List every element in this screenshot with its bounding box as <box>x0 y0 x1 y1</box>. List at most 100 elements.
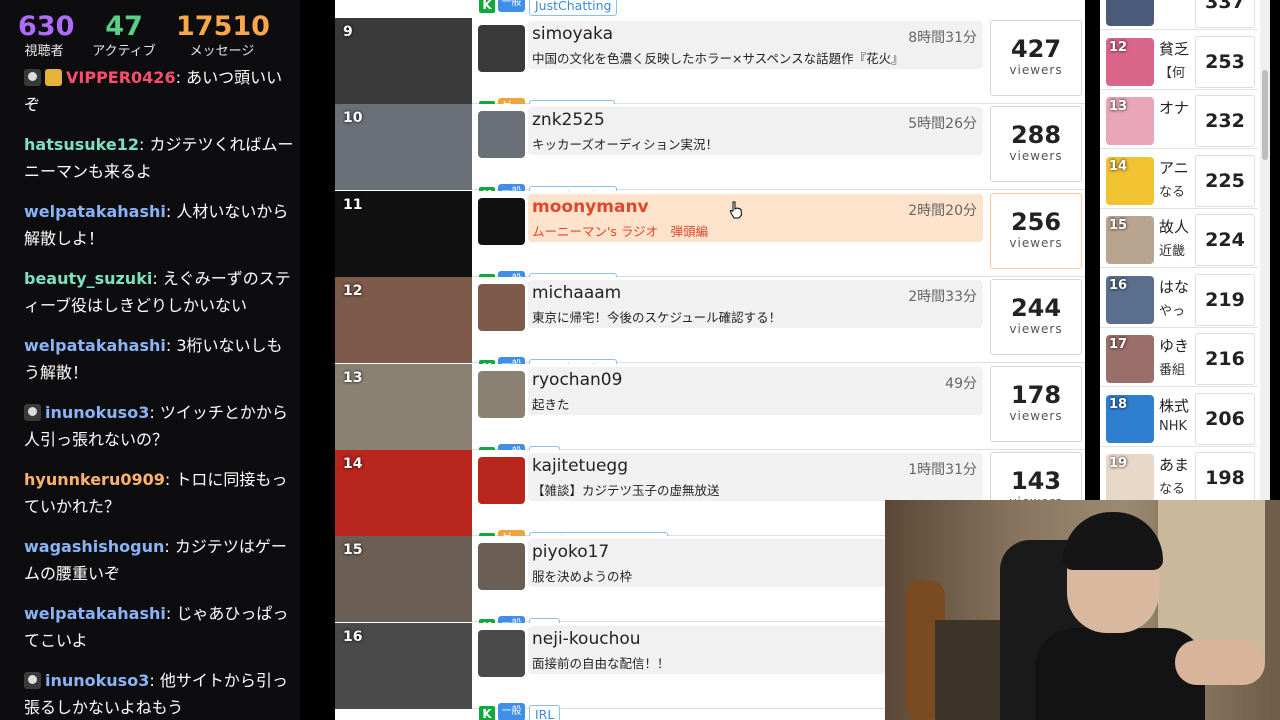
streamer-avatar[interactable] <box>478 25 525 72</box>
side-stream-name[interactable]: はな <box>1159 276 1193 297</box>
stream-info[interactable]: znk2525 キッカーズオーディション実況！ 5時間26分 <box>528 107 983 156</box>
side-ranking-row[interactable]: 18 株式 NHK 206 <box>1100 390 1258 447</box>
stream-thumbnail[interactable]: 13 <box>335 363 472 450</box>
side-ranking-row[interactable]: 16 はな やっ 219 <box>1100 271 1258 328</box>
chat-separator: : <box>152 269 163 288</box>
side-thumbnail[interactable]: 16 <box>1106 275 1154 324</box>
streamer-name[interactable]: kajitetuegg <box>532 456 628 476</box>
chat-username[interactable]: welpatakahashi <box>24 202 166 221</box>
chat-username[interactable]: beauty_suzuki <box>24 269 152 288</box>
side-ranking-row[interactable]: 13 オナ 232 <box>1100 92 1258 149</box>
elapsed-time: 2時間33分 <box>908 289 977 306</box>
side-thumbnail[interactable] <box>1106 0 1154 26</box>
scrollbar[interactable] <box>1260 0 1270 500</box>
side-ranking-row[interactable]: 17 ゆき 番組 216 <box>1100 330 1258 387</box>
side-stream-name[interactable]: オナ <box>1159 97 1193 118</box>
side-stream-sub: なる <box>1159 184 1186 200</box>
side-stream-name[interactable]: ゆき <box>1159 335 1193 356</box>
side-stream-name[interactable]: 株式 <box>1159 395 1193 416</box>
streamer-avatar[interactable] <box>478 111 525 159</box>
stream-title: 服を決めようの枠 <box>532 569 633 585</box>
chat-username[interactable]: VIPPER0426 <box>66 68 176 87</box>
side-stream-name[interactable]: アニ <box>1159 157 1193 178</box>
scrollbar-thumb[interactable] <box>1262 70 1268 160</box>
viewer-count-label: viewers <box>1009 322 1063 337</box>
side-thumbnail[interactable]: 18 <box>1106 394 1154 443</box>
side-thumbnail[interactable]: 17 <box>1106 335 1154 383</box>
viewer-count-number: 427 <box>1010 35 1062 63</box>
stream-thumbnail[interactable]: 15 <box>335 536 472 623</box>
stream-info[interactable]: kajitetuegg 【雑談】カジテツ玉子の虚無放送 1時間31分 <box>528 453 983 501</box>
streamer-name[interactable]: neji-kouchou <box>532 629 641 649</box>
side-viewer-count: 206 <box>1195 392 1255 445</box>
streamer-name[interactable]: simoyaka <box>532 24 613 44</box>
side-ranking-row[interactable]: 19 あま なる 198 <box>1100 449 1258 500</box>
webcam-overlay <box>885 500 1280 720</box>
stream-title: 中国の文化を色濃く反映したホラー×サスペンスな話題作『花火』 <box>532 51 904 66</box>
streamer-avatar[interactable] <box>478 543 525 591</box>
streamer-avatar[interactable] <box>478 629 525 677</box>
side-ranking-row[interactable]: 12 貧乏 【何 253 <box>1100 33 1258 90</box>
side-thumbnail[interactable]: 15 <box>1106 216 1154 264</box>
ranking-row[interactable]: 10znk2525キッカーズオーディション実況！5時間26分K一般JustCha… <box>335 104 1085 207</box>
side-ranking-row[interactable]: 14 アニ なる 225 <box>1100 152 1258 209</box>
side-stream-name[interactable]: あま <box>1159 454 1193 475</box>
stream-info[interactable]: ryochan09 起きた 49分 <box>528 366 983 415</box>
streamer-avatar[interactable] <box>478 197 525 245</box>
side-thumbnail[interactable]: 13 <box>1106 97 1154 145</box>
streamer-avatar[interactable] <box>478 284 525 332</box>
chat-username[interactable]: welpatakahashi <box>24 604 166 623</box>
side-thumbnail[interactable]: 14 <box>1106 156 1154 205</box>
streamer-name[interactable]: znk2525 <box>532 110 605 130</box>
side-stream-name[interactable]: 故人 <box>1159 216 1193 237</box>
chat-username[interactable]: hatsusuke12 <box>24 135 139 154</box>
streamer-avatar[interactable] <box>478 370 525 418</box>
side-rank-number: 14 <box>1109 158 1128 174</box>
chat-separator: : <box>164 537 175 556</box>
stream-thumbnail[interactable]: 14 <box>335 450 472 536</box>
stream-thumbnail[interactable]: 9 <box>335 18 472 104</box>
side-ranking-list: 【京33712貧乏【何25313オナ23214アニなる22515故人近畿2241… <box>1100 0 1260 500</box>
stream-thumbnail[interactable]: 10 <box>335 104 472 191</box>
category-tag[interactable]: JustChatting <box>529 0 618 16</box>
chat-separator: : <box>164 470 176 489</box>
ranking-row[interactable]: 13ryochan09起きた49分K一般IRL178viewers <box>335 363 1085 466</box>
streamer-name[interactable]: ryochan09 <box>532 370 622 390</box>
side-viewer-count: 198 <box>1195 452 1255 500</box>
ranking-row[interactable]: 12michaaam東京に帰宅！今後のスケジュール確認する！2時間33分K一般J… <box>335 277 1085 380</box>
chat-username[interactable]: inunokuso3 <box>45 403 149 422</box>
category-tag[interactable]: IRL <box>529 704 561 720</box>
chat-username[interactable]: hyunnkeru0909 <box>24 470 165 489</box>
stream-title: 東京に帰宅！今後のスケジュール確認する！ <box>532 310 782 326</box>
stream-thumbnail[interactable]: 16 <box>335 622 472 709</box>
streamer-avatar[interactable] <box>478 457 525 504</box>
chat-message: VIPPER0426: あいつ頭いいぞ <box>24 64 294 118</box>
stream-title: ムーニーマン's ラジオ 弾頭編 <box>532 223 709 239</box>
stream-thumbnail[interactable]: 12 <box>335 277 472 364</box>
streamer-name[interactable]: piyoko17 <box>532 542 609 562</box>
ranking-row[interactable]: 9 simoyaka 中国の文化を色濃く反映したホラー×サスペンスな話題作『花火』 8… <box>335 18 1085 130</box>
kick-icon: K <box>479 705 495 720</box>
side-thumbnail[interactable]: 19 <box>1106 454 1154 500</box>
chat-stats: 630 視聴者 47 アクティブ 17510 メッセージ <box>0 10 300 66</box>
chat-separator: : <box>165 336 177 355</box>
stream-info[interactable]: simoyaka 中国の文化を色濃く反映したホラー×サスペンスな話題作『花火』 8時… <box>528 21 983 69</box>
chat-username[interactable]: inunokuso3 <box>45 671 149 690</box>
streamer-name[interactable]: michaaam <box>532 283 621 303</box>
side-stream-sub: NHK <box>1159 418 1188 434</box>
stream-thumbnail[interactable]: 11 <box>335 190 472 277</box>
side-thumbnail[interactable]: 12 <box>1106 37 1154 86</box>
streamer-name[interactable]: moonymanv <box>532 197 649 217</box>
side-ranking-row[interactable]: 15 故人 近畿 224 <box>1100 211 1258 268</box>
message-count: 17510 <box>176 11 270 42</box>
chat-username[interactable]: wagashishogun <box>24 537 164 556</box>
stream-info[interactable]: moonymanv ムーニーマン's ラジオ 弾頭編 2時間20分 <box>528 193 983 242</box>
side-stream-sub: 【何 <box>1159 65 1186 81</box>
viewer-count-label: viewers <box>1009 235 1063 250</box>
chat-username[interactable]: welpatakahashi <box>24 336 166 355</box>
ranking-row[interactable]: 11moonymanvムーニーマン's ラジオ 弾頭編2時間20分K一般Just… <box>335 190 1085 293</box>
side-ranking-row[interactable]: 【京337 <box>1100 0 1258 30</box>
side-stream-name[interactable]: 貧乏 <box>1159 38 1193 59</box>
stream-info[interactable]: michaaam 東京に帰宅！今後のスケジュール確認する！ 2時間33分 <box>528 280 983 329</box>
side-viewer-count: 216 <box>1195 333 1255 385</box>
